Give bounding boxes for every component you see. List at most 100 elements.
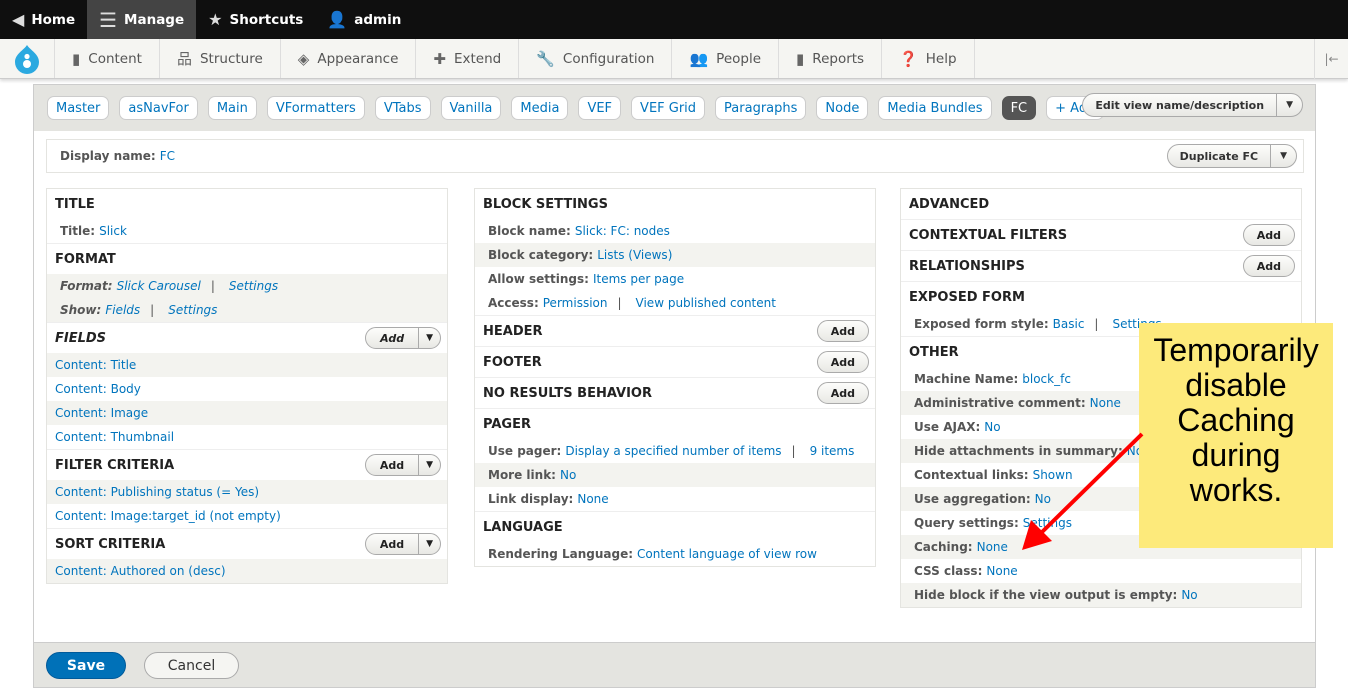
setting-link[interactable]: 9 items (810, 444, 855, 458)
edit-view-button[interactable]: Edit view name/description (1083, 94, 1276, 116)
add-button[interactable]: Add (1242, 255, 1295, 277)
chevron-down-icon[interactable]: ▼ (418, 534, 440, 554)
toolbar-shortcuts[interactable]: ★ Shortcuts (196, 0, 315, 39)
separator: | (617, 296, 622, 310)
setting-link[interactable]: Content language of view row (637, 547, 817, 561)
section-header: LANGUAGE (475, 511, 875, 542)
drupal-logo[interactable] (0, 39, 55, 78)
section-header: FIELDS Add ▼ (47, 322, 447, 353)
setting-link[interactable]: Content: Image:target_id (not empty) (55, 509, 281, 523)
setting-link[interactable]: None (1090, 396, 1121, 410)
setting-label: Title: (60, 224, 96, 238)
menu-appearance[interactable]: ◈ Appearance (281, 39, 417, 78)
section-header: EXPOSED FORM (901, 281, 1301, 312)
setting-link[interactable]: No (984, 420, 1000, 434)
tab-main[interactable]: Main (207, 96, 257, 120)
save-button[interactable]: Save (46, 652, 126, 679)
menu-structure[interactable]: 品 Structure (160, 39, 281, 78)
edit-view-dropbutton[interactable]: Edit view name/description ▼ (1082, 93, 1303, 117)
column-middle: BLOCK SETTINGS Block name: Slick: FC: node… (474, 188, 876, 567)
setting-link[interactable]: None (977, 540, 1008, 554)
help-icon: ❓ (899, 49, 918, 68)
tab-fc[interactable]: FC (1001, 96, 1037, 120)
toolbar-manage[interactable]: ☰ Manage (87, 0, 197, 39)
setting-link[interactable]: Settings (1023, 516, 1072, 530)
setting-link[interactable]: Content: Authored on (desc) (55, 564, 226, 578)
add-button[interactable]: Add (1242, 224, 1295, 246)
setting-link[interactable]: No (1181, 588, 1197, 602)
add-dropbutton[interactable]: Add ▼ (365, 327, 441, 349)
setting-row: Content: Title (47, 353, 447, 377)
setting-link[interactable]: Content: Publishing status (= Yes) (55, 485, 259, 499)
setting-link[interactable]: Basic (1053, 317, 1085, 331)
tab-node[interactable]: Node (816, 96, 869, 120)
add-dropbutton[interactable]: Add ▼ (364, 533, 441, 555)
setting-link[interactable]: None (986, 564, 1017, 578)
setting-link[interactable]: View published content (636, 296, 776, 310)
menu-reports[interactable]: ▮ Reports (779, 39, 883, 78)
chevron-down-icon[interactable]: ▼ (1270, 145, 1296, 167)
add-button[interactable]: Add (816, 351, 869, 373)
setting-link[interactable]: Lists (Views) (597, 248, 672, 262)
setting-link[interactable]: Slick (99, 224, 127, 238)
setting-link[interactable]: Shown (1033, 468, 1073, 482)
menu-extend[interactable]: ✚ Extend (416, 39, 520, 78)
add-button[interactable]: Add (366, 534, 418, 554)
tab-vef[interactable]: VEF (578, 96, 622, 120)
tab-media[interactable]: Media (511, 96, 569, 120)
setting-link[interactable]: Display a specified number of items (565, 444, 781, 458)
setting-row: CSS class: None (901, 559, 1301, 583)
tab-vanilla[interactable]: Vanilla (440, 96, 502, 120)
duplicate-dropbutton[interactable]: Duplicate FC ▼ (1166, 144, 1297, 168)
section-title: FORMAT (55, 251, 116, 267)
setting-link[interactable]: No (560, 468, 576, 482)
tab-paragraphs[interactable]: Paragraphs (715, 96, 807, 120)
chevron-down-icon[interactable]: ▼ (1276, 94, 1302, 116)
menu-help[interactable]: ❓ Help (882, 39, 975, 78)
tab-asnavfor[interactable]: asNavFor (119, 96, 198, 120)
setting-row: Block category: Lists (Views) (475, 243, 875, 267)
add-button[interactable]: Add (816, 382, 869, 404)
setting-link[interactable]: None (577, 492, 608, 506)
add-button[interactable]: Add (366, 328, 418, 348)
add-button[interactable]: Add (816, 320, 869, 342)
column-main: TITLE Title: Slick FORMAT Format: Slick Carou… (46, 188, 448, 584)
setting-link[interactable]: Slick: FC: nodes (575, 224, 670, 238)
setting-link[interactable]: Slick Carousel (117, 279, 201, 293)
collapse-toolbar-button[interactable]: |← (1314, 39, 1348, 79)
tab-vtabs[interactable]: VTabs (374, 96, 431, 120)
setting-link[interactable]: Content: Body (55, 382, 141, 396)
toolbar-user[interactable]: 👤 admin (315, 0, 413, 39)
add-button[interactable]: Add (366, 455, 418, 475)
display-name-link[interactable]: FC (160, 149, 175, 163)
section-title: CONTEXTUAL FILTERS (909, 227, 1068, 243)
setting-link[interactable]: Settings (168, 303, 217, 317)
setting-link[interactable]: block_fc (1022, 372, 1071, 386)
menu-configuration[interactable]: 🔧 Configuration (519, 39, 673, 78)
chevron-down-icon[interactable]: ▼ (418, 328, 440, 348)
setting-link[interactable]: Content: Image (55, 406, 148, 420)
tab-media-bundles[interactable]: Media Bundles (878, 96, 992, 120)
setting-link[interactable]: Fields (105, 303, 140, 317)
setting-link[interactable]: Permission (543, 296, 608, 310)
section-header: FOOTER Add (475, 346, 875, 377)
section-title: ADVANCED (909, 196, 990, 212)
setting-link[interactable]: No (1035, 492, 1051, 506)
setting-link[interactable]: Items per page (593, 272, 684, 286)
chevron-down-icon[interactable]: ▼ (418, 455, 440, 475)
section-title: FOOTER (483, 354, 542, 370)
menu-people[interactable]: 👥 People (672, 39, 780, 78)
tab-vef-grid[interactable]: VEF Grid (631, 96, 706, 120)
add-dropbutton[interactable]: Add ▼ (364, 454, 441, 476)
toolbar-home[interactable]: ◀ Home (0, 0, 87, 39)
duplicate-button[interactable]: Duplicate FC (1168, 145, 1270, 167)
wrench-icon: 🔧 (536, 49, 555, 68)
annotation-line: during (1191, 437, 1281, 473)
cancel-button[interactable]: Cancel (144, 652, 239, 679)
setting-link[interactable]: Content: Title (55, 358, 136, 372)
tab-vformatters[interactable]: VFormatters (266, 96, 365, 120)
menu-content[interactable]: ▮ Content (55, 39, 160, 78)
setting-link[interactable]: Settings (229, 279, 278, 293)
setting-link[interactable]: Content: Thumbnail (55, 430, 174, 444)
tab-master[interactable]: Master (47, 96, 110, 120)
